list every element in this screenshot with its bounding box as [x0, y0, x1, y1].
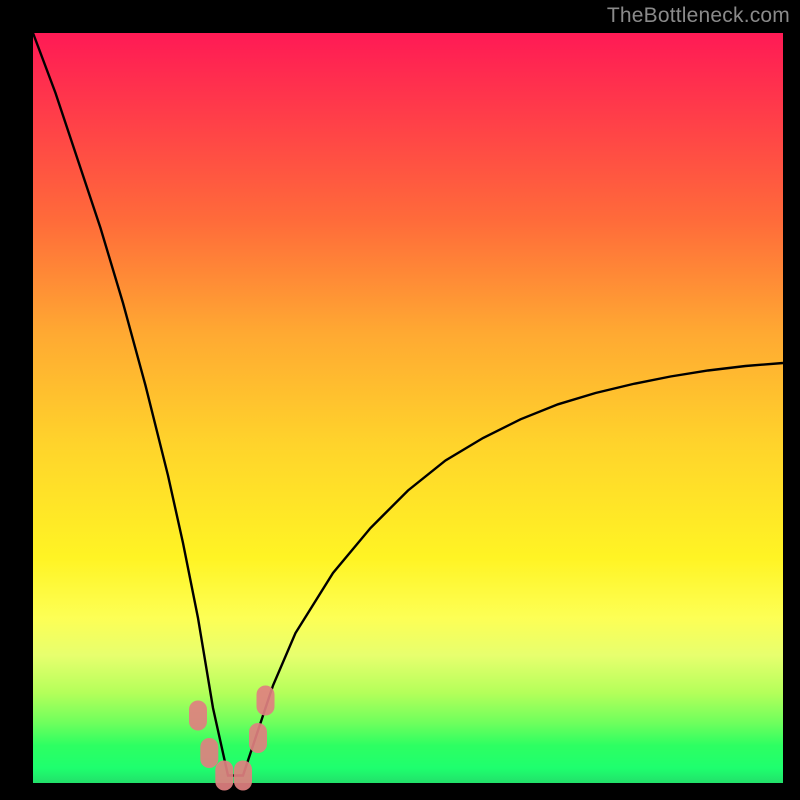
curve-marker [200, 738, 218, 768]
curve-marker [215, 761, 233, 791]
curve-markers [189, 686, 275, 791]
bottleneck-curve [33, 33, 783, 776]
curve-marker [189, 701, 207, 731]
plot-area [33, 33, 783, 783]
curve-marker [234, 761, 252, 791]
chart-frame: TheBottleneck.com [0, 0, 800, 800]
curve-marker [257, 686, 275, 716]
watermark-text: TheBottleneck.com [607, 4, 790, 28]
curve-marker [249, 723, 267, 753]
curve-layer [33, 33, 783, 783]
